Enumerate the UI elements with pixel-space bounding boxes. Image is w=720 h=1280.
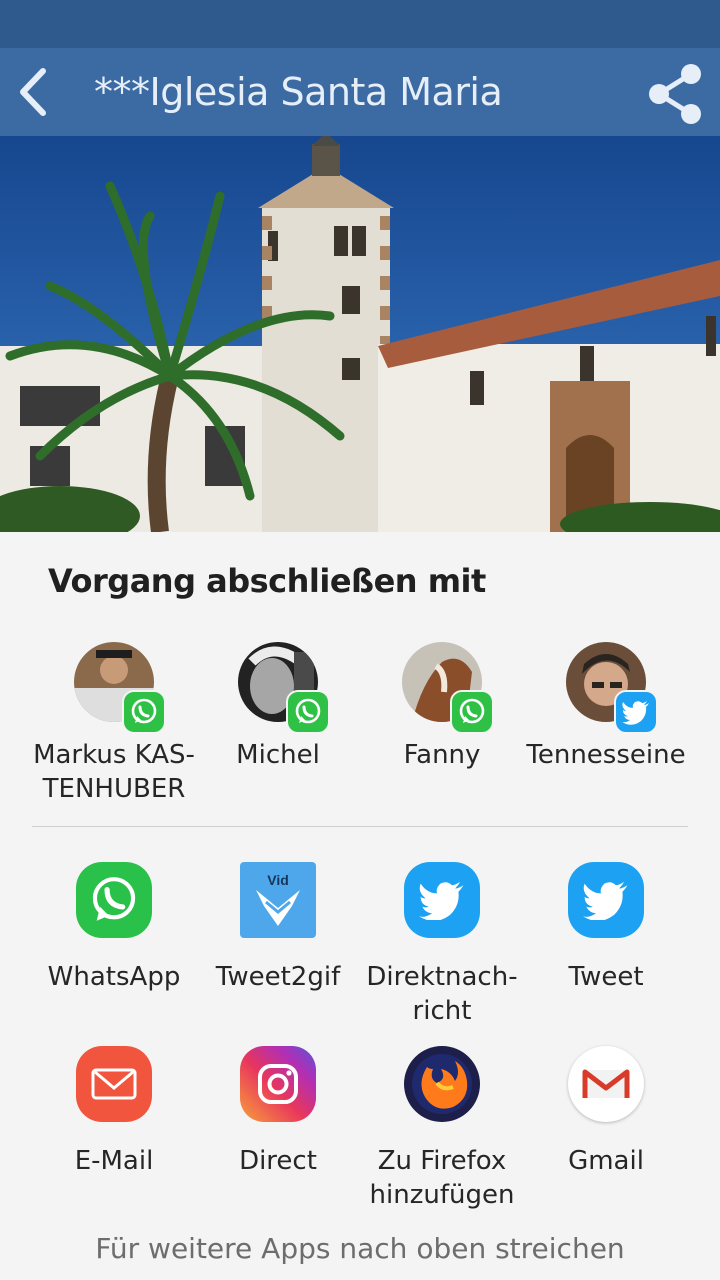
app-whatsapp[interactable]: WhatsApp — [32, 862, 196, 994]
share-button[interactable] — [640, 62, 710, 126]
firefox-icon — [404, 1046, 480, 1122]
whatsapp-icon — [122, 690, 166, 734]
contact-name: Michel — [236, 740, 320, 770]
share-icon — [649, 64, 701, 124]
app-label: Direct — [239, 1146, 317, 1176]
app-label: Tweet — [568, 962, 644, 992]
contact-markus[interactable]: Markus KAS- TENHUBER — [32, 642, 196, 806]
contact-michel[interactable]: Michel — [196, 642, 360, 772]
app-label: Tweet2gif — [215, 962, 341, 992]
status-bar — [0, 0, 720, 48]
swipe-hint: Für weitere Apps nach oben streichen — [95, 1232, 625, 1265]
app-firefox[interactable]: Zu Firefox hinzufügen — [360, 1046, 524, 1212]
church-photo — [0, 136, 720, 532]
gmail-icon — [568, 1046, 644, 1122]
whatsapp-icon — [76, 862, 152, 938]
tweet2gif-icon: Vid — [240, 862, 316, 938]
app-bar: ***Iglesia Santa Maria — [0, 48, 720, 136]
app-label: WhatsApp — [47, 962, 181, 992]
back-arrow-icon — [20, 68, 46, 116]
app-tweet2gif[interactable]: Vid Tweet2gif — [196, 862, 360, 994]
contact-name: Fanny — [403, 740, 481, 770]
app-instagram-direct[interactable]: Direct — [196, 1046, 360, 1178]
email-icon — [76, 1046, 152, 1122]
page-title: ***Iglesia Santa Maria — [94, 70, 503, 114]
contact-name: Markus KAS- TENHUBER — [33, 740, 195, 804]
sheet-title: Vorgang abschließen mit — [48, 562, 486, 600]
twitter-icon — [614, 690, 658, 734]
twitter-icon — [568, 862, 644, 938]
share-sheet: Vorgang abschließen mit Markus KAS- TENH… — [0, 532, 720, 1280]
app-label: Gmail — [568, 1146, 644, 1176]
back-button[interactable] — [6, 62, 58, 122]
contact-fanny[interactable]: Fanny — [360, 642, 524, 772]
app-tweet[interactable]: Tweet — [524, 862, 688, 994]
twitter-icon — [404, 862, 480, 938]
app-label: Zu Firefox hinzufügen — [369, 1146, 515, 1210]
tweet2gif-icon-text: Vid — [267, 872, 289, 888]
app-gmail[interactable]: Gmail — [524, 1046, 688, 1178]
contact-name: Tennesseine — [526, 740, 686, 770]
contact-tennesseine[interactable]: Tennesseine — [524, 642, 688, 772]
app-email[interactable]: E-Mail — [32, 1046, 196, 1178]
whatsapp-icon — [286, 690, 330, 734]
divider — [32, 826, 688, 827]
app-direktnachricht[interactable]: Direktnach- richt — [360, 862, 524, 1028]
instagram-icon — [240, 1046, 316, 1122]
whatsapp-icon — [450, 690, 494, 734]
app-label: Direktnach- richt — [366, 962, 518, 1026]
app-label: E-Mail — [74, 1146, 154, 1176]
